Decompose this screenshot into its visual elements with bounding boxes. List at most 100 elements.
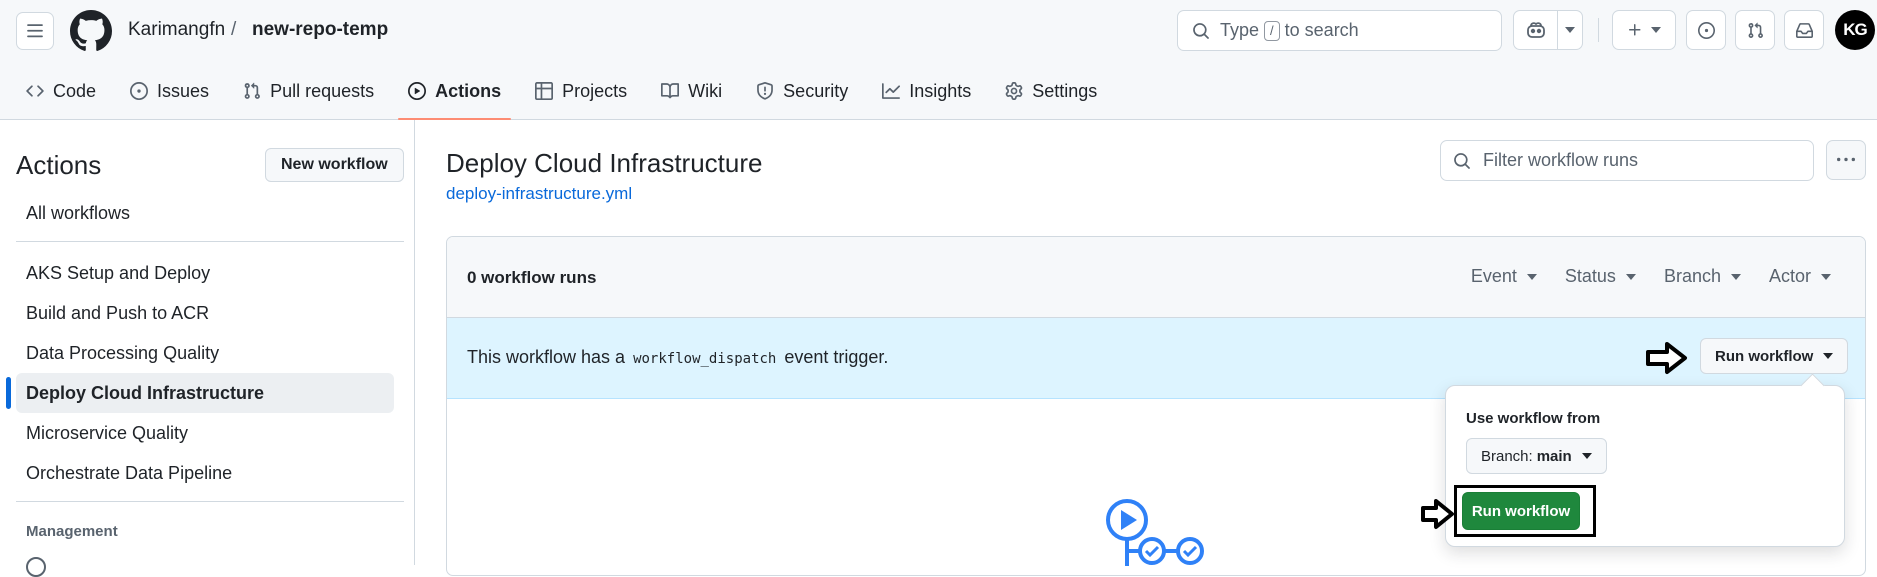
run-workflow-submit-button[interactable]: Run workflow bbox=[1462, 492, 1580, 530]
tab-settings[interactable]: Settings bbox=[995, 70, 1107, 112]
sidebar-item-all-workflows[interactable]: All workflows bbox=[16, 193, 394, 233]
tab-code[interactable]: Code bbox=[16, 70, 106, 112]
create-new-button[interactable] bbox=[1612, 10, 1676, 50]
page-title: Deploy Cloud Infrastructure bbox=[446, 148, 763, 178]
user-avatar[interactable]: KG bbox=[1835, 10, 1875, 50]
breadcrumb-separator: / bbox=[231, 19, 237, 40]
workflow-graph-icon bbox=[1106, 499, 1204, 566]
shield-icon bbox=[757, 82, 774, 100]
chevron-down-icon bbox=[1581, 453, 1592, 459]
hamburger-menu-button[interactable] bbox=[16, 12, 54, 50]
run-workflow-dropdown-button[interactable]: Run workflow bbox=[1700, 338, 1849, 374]
notice-prefix: This workflow has a bbox=[467, 347, 626, 367]
runs-filters: Event Status Branch Actor bbox=[1471, 266, 1831, 287]
tab-label: Insights bbox=[909, 80, 972, 101]
pull-requests-shortcut-button[interactable] bbox=[1735, 10, 1775, 50]
run-workflow-label: Run workflow bbox=[1715, 347, 1814, 365]
kebab-horizontal-icon bbox=[1837, 157, 1855, 162]
search-icon bbox=[1193, 22, 1209, 39]
chevron-down-icon bbox=[1651, 27, 1661, 33]
repo-header: Karimangfn / new-repo-temp Type / to sea… bbox=[0, 0, 1877, 120]
sidebar-item-workflow[interactable]: Data Processing Quality bbox=[16, 333, 394, 373]
runs-count: 0 workflow runs bbox=[467, 268, 597, 287]
sidebar-item-workflow-selected[interactable]: Deploy Cloud Infrastructure bbox=[16, 373, 394, 413]
search-suffix: to search bbox=[1284, 20, 1359, 40]
breadcrumb-owner[interactable]: Karimangfn bbox=[128, 19, 225, 41]
sidebar-divider bbox=[16, 501, 404, 502]
plus-icon bbox=[1629, 24, 1641, 36]
filter-placeholder: Filter workflow runs bbox=[1483, 150, 1639, 170]
annotation-arrow-icon bbox=[1646, 342, 1687, 374]
filter-label: Branch bbox=[1663, 266, 1721, 286]
tab-insights[interactable]: Insights bbox=[872, 70, 981, 112]
global-nav: Karimangfn / new-repo-temp Type / to sea… bbox=[0, 0, 1877, 62]
play-icon bbox=[408, 82, 427, 100]
tab-label: Actions bbox=[435, 80, 502, 101]
tab-label: Pull requests bbox=[270, 80, 375, 101]
tab-issues[interactable]: Issues bbox=[120, 70, 219, 112]
filter-label: Actor bbox=[1768, 266, 1811, 286]
filter-event-dropdown[interactable]: Event bbox=[1471, 266, 1537, 287]
inbox-icon bbox=[1795, 22, 1813, 38]
search-icon bbox=[1454, 152, 1470, 169]
filter-workflow-runs-input[interactable]: Filter workflow runs bbox=[1440, 140, 1814, 181]
issue-icon bbox=[130, 82, 149, 100]
tab-label: Wiki bbox=[688, 80, 723, 101]
search-prefix: Type bbox=[1220, 20, 1260, 40]
sidebar-item-workflow[interactable]: AKS Setup and Deploy bbox=[16, 253, 394, 293]
tab-label: Issues bbox=[157, 80, 210, 101]
copilot-button[interactable] bbox=[1513, 10, 1583, 50]
filter-actor-dropdown[interactable]: Actor bbox=[1769, 266, 1831, 287]
copilot-icon bbox=[1526, 22, 1545, 38]
selected-indicator bbox=[6, 377, 11, 409]
tab-actions[interactable]: Actions bbox=[398, 70, 512, 120]
branch-prefix: Branch: bbox=[1481, 447, 1533, 465]
tab-label: Security bbox=[783, 80, 849, 101]
gear-icon bbox=[1005, 82, 1023, 100]
breadcrumb-repo[interactable]: new-repo-temp bbox=[252, 19, 388, 41]
use-workflow-from-label: Use workflow from bbox=[1466, 410, 1601, 427]
filter-status-dropdown[interactable]: Status bbox=[1565, 266, 1636, 287]
chevron-down-icon bbox=[1730, 273, 1741, 280]
copilot-dropdown[interactable] bbox=[1558, 11, 1582, 49]
tab-wiki[interactable]: Wiki bbox=[651, 70, 732, 112]
workflow-file-link[interactable]: deploy-infrastructure.yml bbox=[446, 184, 632, 204]
graph-icon bbox=[882, 83, 901, 99]
branch-value: main bbox=[1536, 447, 1572, 465]
notice-suffix: event trigger. bbox=[784, 347, 889, 367]
table-icon bbox=[535, 82, 554, 100]
filter-branch-dropdown[interactable]: Branch bbox=[1664, 266, 1741, 287]
branch-select-button[interactable]: Branch: main bbox=[1466, 438, 1607, 474]
new-workflow-button[interactable]: New workflow bbox=[265, 148, 404, 182]
tab-projects[interactable]: Projects bbox=[525, 70, 637, 112]
issues-shortcut-button[interactable] bbox=[1686, 10, 1726, 50]
inbox-button[interactable] bbox=[1784, 10, 1824, 50]
copilot-main[interactable] bbox=[1514, 11, 1558, 49]
book-icon bbox=[661, 83, 680, 99]
sidebar-divider bbox=[16, 241, 404, 242]
tab-label: Projects bbox=[562, 80, 628, 101]
sidebar-item-workflow[interactable]: Build and Push to ACR bbox=[16, 293, 394, 333]
github-logo-icon[interactable] bbox=[70, 10, 112, 52]
chevron-down-icon bbox=[1526, 273, 1537, 280]
tab-pull-requests[interactable]: Pull requests bbox=[233, 70, 384, 112]
header-divider bbox=[1598, 18, 1599, 42]
filter-label: Event bbox=[1470, 266, 1517, 286]
sidebar-item-workflow[interactable]: Microservice Quality bbox=[16, 413, 394, 453]
code-icon bbox=[26, 85, 44, 97]
global-search-input[interactable]: Type / to search bbox=[1177, 10, 1502, 51]
runs-header: 0 workflow runs Event Status Branch Acto… bbox=[447, 237, 1865, 318]
workflows-sidebar: Actions New workflow All workflows AKS S… bbox=[0, 120, 415, 577]
sidebar-item-workflow[interactable]: Orchestrate Data Pipeline bbox=[16, 453, 394, 493]
repo-tabs: Code Issues Pull requests Actions Projec… bbox=[16, 70, 1121, 120]
tab-label: Code bbox=[53, 80, 97, 101]
sidebar-title: Actions bbox=[16, 150, 102, 180]
more-options-button[interactable] bbox=[1826, 140, 1866, 180]
tab-security[interactable]: Security bbox=[746, 70, 858, 112]
chevron-down-icon bbox=[1821, 273, 1831, 280]
notice-code: workflow_dispatch bbox=[633, 351, 777, 367]
chevron-down-icon bbox=[1625, 273, 1636, 280]
run-workflow-popover: Use workflow from Branch: main Run workf… bbox=[1445, 385, 1845, 547]
sidebar-section-management: Management bbox=[26, 523, 118, 540]
annotation-arrow-icon bbox=[1421, 499, 1454, 529]
